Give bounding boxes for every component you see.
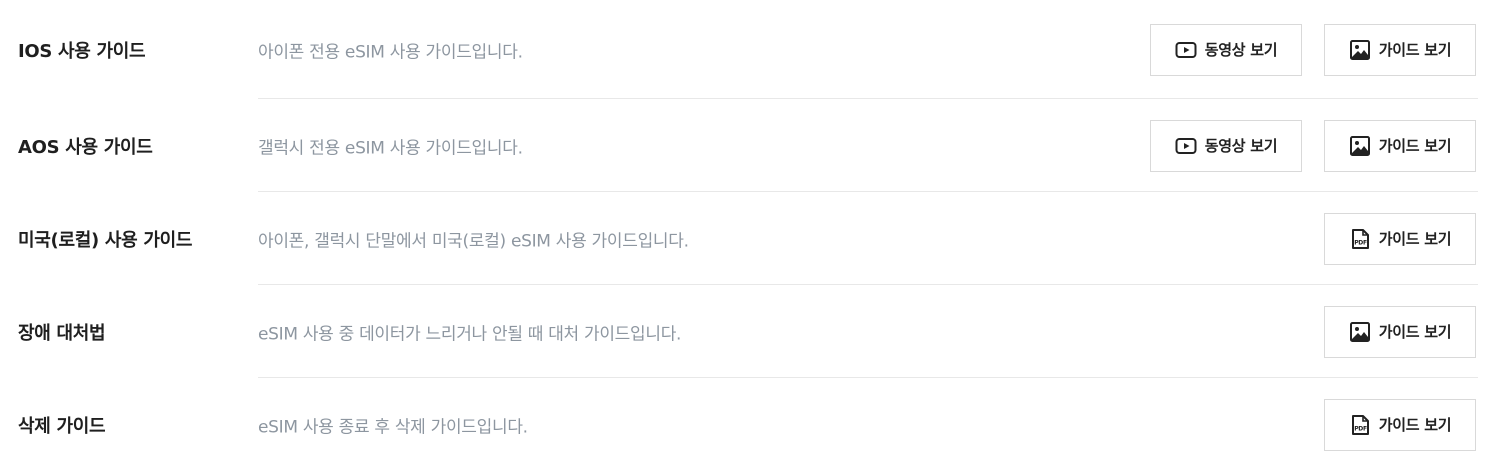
guide-title: 장애 대처법 (18, 322, 106, 344)
guide-row-troubleshoot: 장애 대처법 eSIM 사용 중 데이터가 느리거나 안될 때 대처 가이드입니… (0, 285, 1500, 378)
svg-text:PDF: PDF (1354, 239, 1367, 246)
watch-video-label: 동영상 보기 (1204, 137, 1278, 155)
guide-title: 미국(로컬) 사용 가이드 (18, 229, 193, 251)
guide-title: AOS 사용 가이드 (18, 136, 153, 158)
guide-title: IOS 사용 가이드 (18, 40, 146, 62)
guide-title: 삭제 가이드 (18, 415, 106, 437)
view-guide-label: 가이드 보기 (1378, 41, 1452, 59)
view-guide-label: 가이드 보기 (1378, 416, 1452, 434)
guide-description: 아이폰, 갤럭시 단말에서 미국(로컬) eSIM 사용 가이드입니다. (258, 231, 689, 251)
guide-row-aos: AOS 사용 가이드 갤럭시 전용 eSIM 사용 가이드입니다. 동영상 보기… (0, 99, 1500, 192)
guide-row-us-local: 미국(로컬) 사용 가이드 아이폰, 갤럭시 단말에서 미국(로컬) eSIM … (0, 192, 1500, 285)
guide-list: IOS 사용 가이드 아이폰 전용 eSIM 사용 가이드입니다. 동영상 보기… (0, 0, 1500, 471)
guide-row-delete: 삭제 가이드 eSIM 사용 종료 후 삭제 가이드입니다. PDF 가이드 보… (0, 378, 1500, 471)
view-guide-button[interactable]: PDF 가이드 보기 (1324, 212, 1476, 265)
pdf-icon: PDF (1349, 228, 1371, 250)
view-guide-button[interactable]: PDF 가이드 보기 (1324, 398, 1476, 451)
view-guide-button[interactable]: 가이드 보기 (1324, 23, 1476, 76)
guide-description: eSIM 사용 중 데이터가 느리거나 안될 때 대처 가이드입니다. (258, 324, 682, 344)
guide-description: eSIM 사용 종료 후 삭제 가이드입니다. (258, 417, 528, 437)
image-icon (1349, 321, 1371, 343)
view-guide-label: 가이드 보기 (1378, 137, 1452, 155)
pdf-icon: PDF (1349, 414, 1371, 436)
image-icon (1349, 39, 1371, 61)
view-guide-label: 가이드 보기 (1378, 230, 1452, 248)
play-icon (1175, 39, 1197, 61)
watch-video-label: 동영상 보기 (1204, 41, 1278, 59)
view-guide-label: 가이드 보기 (1378, 323, 1452, 341)
guide-description: 갤럭시 전용 eSIM 사용 가이드입니다. (258, 138, 523, 158)
watch-video-button[interactable]: 동영상 보기 (1150, 23, 1302, 76)
guide-row-ios: IOS 사용 가이드 아이폰 전용 eSIM 사용 가이드입니다. 동영상 보기… (0, 0, 1500, 99)
svg-text:PDF: PDF (1354, 425, 1367, 432)
watch-video-button[interactable]: 동영상 보기 (1150, 119, 1302, 172)
image-icon (1349, 135, 1371, 157)
view-guide-button[interactable]: 가이드 보기 (1324, 305, 1476, 358)
play-icon (1175, 135, 1197, 157)
guide-description: 아이폰 전용 eSIM 사용 가이드입니다. (258, 42, 523, 62)
view-guide-button[interactable]: 가이드 보기 (1324, 119, 1476, 172)
